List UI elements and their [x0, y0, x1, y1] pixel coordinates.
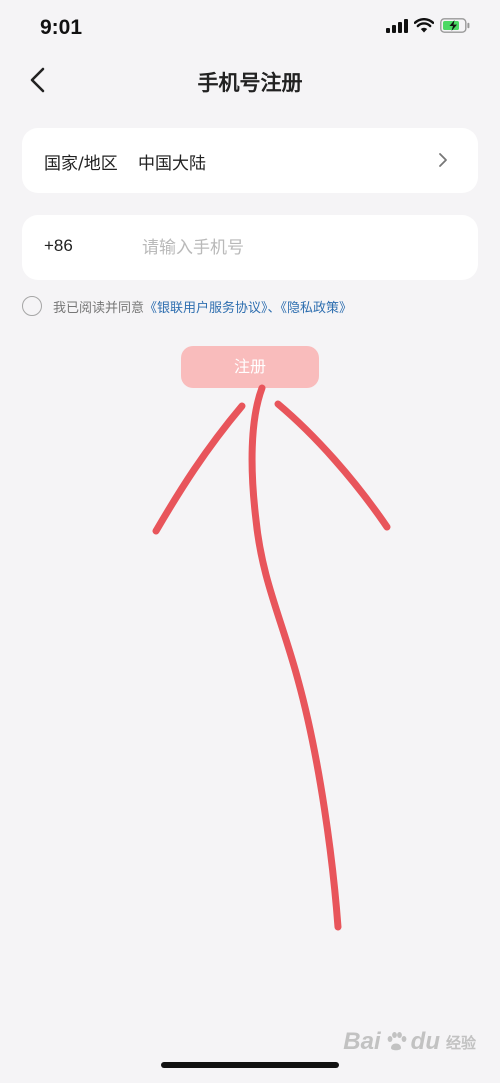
battery-charging-icon — [440, 18, 470, 33]
annotation-arrow-left-head — [152, 402, 246, 535]
chevron-right-icon — [439, 153, 447, 167]
phone-field: +86 — [22, 215, 478, 280]
watermark-sub: 经验 — [445, 1034, 476, 1052]
service-agreement-link[interactable]: 《银联用户服务协议》 — [144, 301, 268, 316]
paw-icon — [387, 1032, 407, 1051]
annotation-arrow-shaft — [248, 384, 342, 931]
watermark-brand: Bai — [343, 1028, 381, 1055]
page-title: 手机号注册 — [197, 71, 303, 95]
wifi-icon — [414, 18, 434, 33]
phone-input[interactable] — [142, 229, 442, 267]
status-bar: 9:01 — [0, 0, 500, 60]
agreement-checkbox[interactable] — [22, 296, 42, 316]
region-value: 中国大陆 — [138, 154, 206, 174]
home-indicator — [161, 1062, 339, 1068]
status-icons — [386, 18, 470, 33]
privacy-policy-link[interactable]: 《隐私政策》 — [281, 301, 353, 316]
status-time: 9:01 — [40, 16, 83, 39]
country-code: +86 — [44, 236, 73, 255]
agreement-separator: 、 — [267, 300, 281, 316]
cellular-signal-icon — [386, 18, 408, 33]
annotation-arrow-right-head — [274, 400, 391, 531]
register-button[interactable]: 注册 — [181, 346, 319, 388]
agreement-text: 我已阅读并同意《银联用户服务协议》、《隐私政策》 — [53, 297, 352, 316]
region-selector[interactable]: 国家/地区 中国大陆 — [22, 128, 478, 193]
nav-bar: 手机号注册 — [0, 55, 500, 105]
region-label: 国家/地区 — [44, 154, 118, 174]
watermark-brand-suffix: du — [410, 1028, 440, 1055]
agreement-row: 我已阅读并同意《银联用户服务协议》、《隐私政策》 — [22, 295, 352, 317]
baidu-watermark: Bai du 经验 — [343, 1028, 476, 1056]
agreement-prefix: 我已阅读并同意 — [53, 300, 145, 316]
